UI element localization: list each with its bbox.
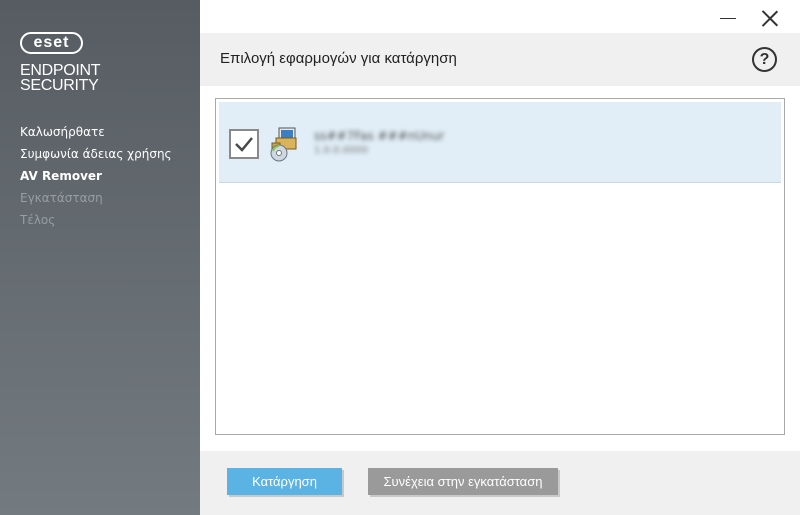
product-name-line1: ENDPOINT bbox=[20, 62, 101, 79]
eset-logo-badge: eset bbox=[20, 32, 83, 54]
checkmark-icon bbox=[235, 137, 253, 152]
application-list: ss##7Fas ###nUnur 1.0.0.0000 bbox=[215, 98, 785, 435]
page-title: Επιλογή εφαρμογών για κατάργηση bbox=[220, 50, 457, 67]
list-item[interactable]: ss##7Fas ###nUnur 1.0.0.0000 bbox=[219, 102, 781, 183]
app-version: 1.0.0.0000 bbox=[314, 145, 369, 156]
app-checkbox[interactable] bbox=[229, 129, 259, 159]
remove-button[interactable]: Κατάργηση bbox=[227, 468, 342, 495]
step-welcome: Καλωσήρθατε bbox=[20, 125, 105, 139]
page-header: Επιλογή εφαρμογών για κατάργηση ? bbox=[200, 33, 800, 86]
step-av-remover: AV Remover bbox=[20, 169, 102, 183]
continue-installation-button[interactable]: Συνέχεια στην εγκατάσταση bbox=[368, 468, 558, 495]
product-name-line2: SECURITY bbox=[20, 77, 99, 94]
step-license-agreement: Συμφωνία άδειας χρήσης bbox=[20, 147, 172, 161]
close-icon[interactable] bbox=[759, 7, 781, 29]
installer-package-icon bbox=[267, 126, 301, 166]
sidebar: eset ENDPOINT SECURITY Καλωσήρθατε Συμφω… bbox=[0, 0, 200, 515]
footer-bar: Κατάργηση Συνέχεια στην εγκατάσταση bbox=[200, 451, 800, 515]
app-name: ss##7Fas ###nUnur bbox=[314, 129, 445, 143]
step-installation: Εγκατάσταση bbox=[20, 191, 103, 205]
help-icon[interactable]: ? bbox=[752, 47, 777, 72]
eset-logo: eset ENDPOINT SECURITY bbox=[20, 32, 101, 94]
step-finish: Τέλος bbox=[20, 213, 56, 227]
installer-steps: Καλωσήρθατε Συμφωνία άδειας χρήσης AV Re… bbox=[20, 121, 172, 231]
minimize-icon[interactable] bbox=[718, 7, 740, 29]
